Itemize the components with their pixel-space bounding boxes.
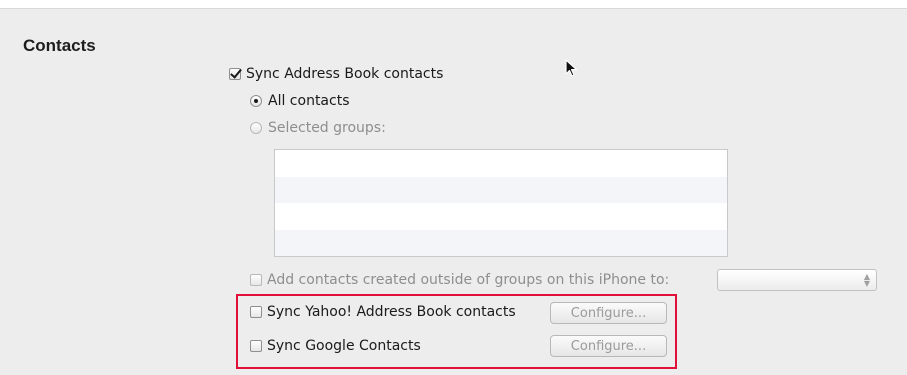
all-contacts-radio[interactable] [250,95,262,107]
google-configure-button[interactable]: Configure... [550,335,667,357]
google-sync-label: Sync Google Contacts [267,338,421,354]
selected-groups-row[interactable]: Selected groups: [250,120,386,136]
sync-address-book-label: Sync Address Book contacts [246,66,444,82]
add-outside-groups-label: Add contacts created outside of groups o… [267,272,670,288]
groups-list[interactable] [274,149,728,257]
groups-list-row [275,176,727,203]
sync-address-book-row[interactable]: Sync Address Book contacts [229,66,443,82]
groups-list-row [275,229,727,256]
yahoo-configure-button[interactable]: Configure... [550,302,667,324]
updown-arrows-icon: ▲ ▼ [863,272,870,288]
group-select[interactable]: ▲ ▼ [717,269,877,291]
yahoo-sync-checkbox[interactable] [250,306,262,318]
add-outside-groups-checkbox[interactable] [250,274,262,286]
add-outside-groups-row[interactable]: Add contacts created outside of groups o… [250,272,669,288]
selected-groups-label: Selected groups: [268,120,386,136]
all-contacts-label: All contacts [268,93,350,109]
sync-address-book-checkbox[interactable] [229,68,241,80]
mouse-pointer-icon [565,59,579,83]
all-contacts-row[interactable]: All contacts [250,93,350,109]
groups-list-row [275,203,727,230]
yahoo-sync-row[interactable]: Sync Yahoo! Address Book contacts [250,304,516,320]
section-title: Contacts [23,36,96,55]
google-sync-row[interactable]: Sync Google Contacts [250,338,421,354]
google-sync-checkbox[interactable] [250,340,262,352]
yahoo-sync-label: Sync Yahoo! Address Book contacts [267,304,516,320]
groups-list-row [275,150,727,177]
selected-groups-radio[interactable] [250,122,262,134]
top-strip [0,0,907,8]
